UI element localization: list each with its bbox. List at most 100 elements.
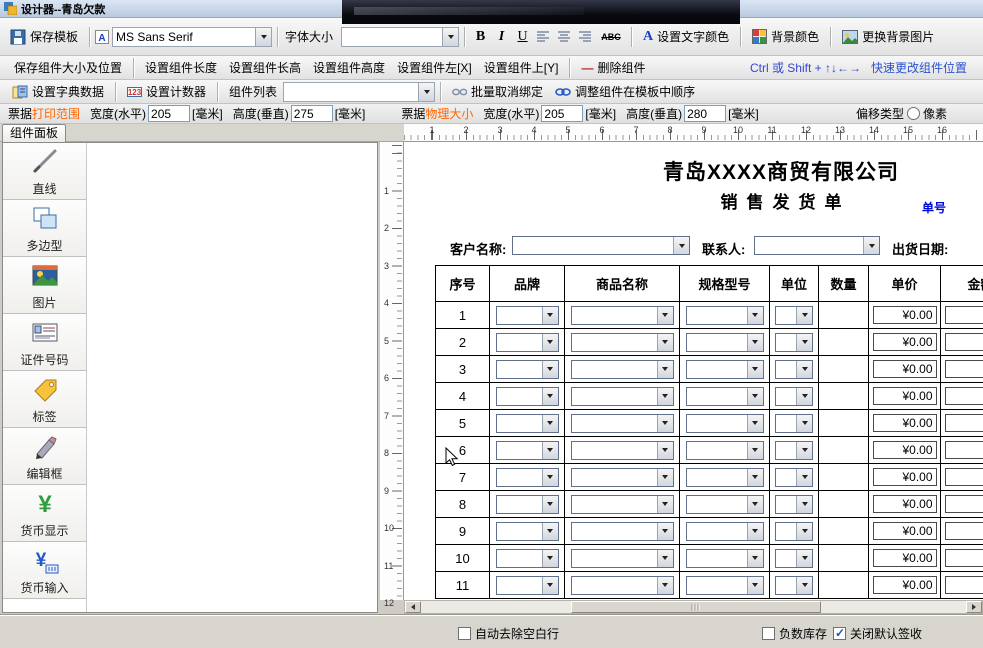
tool-line[interactable]: 直线 [3, 143, 86, 200]
save-component-size-pos-button[interactable]: 保存组件大小及位置 [8, 57, 128, 78]
set-component-top-y-button[interactable]: 设置组件上[Y] [478, 57, 565, 78]
set-component-left-x-button[interactable]: 设置组件左[X] [391, 57, 478, 78]
unit-select[interactable] [775, 414, 813, 433]
unit-price-box[interactable]: ¥0.00 [873, 333, 937, 351]
align-center-button[interactable] [554, 26, 575, 47]
delete-component-button[interactable]: — 删除组件 [575, 57, 651, 78]
negative-stock-option[interactable]: 负数库存 [762, 625, 827, 642]
unit-price-box[interactable]: ¥0.00 [873, 441, 937, 459]
product-select[interactable] [571, 441, 674, 460]
brand-select[interactable] [496, 495, 559, 514]
spec-select[interactable] [686, 333, 764, 352]
set-dictionary-data-button[interactable]: 设置字典数据 [6, 81, 110, 102]
change-background-image-button[interactable]: 更换背景图片 [836, 26, 940, 47]
unit-select[interactable] [775, 576, 813, 595]
tool-id-number[interactable]: 证件号码 [3, 314, 86, 371]
product-select[interactable] [571, 387, 674, 406]
contact-select[interactable] [754, 236, 880, 255]
unit-select[interactable] [775, 387, 813, 406]
amount-box[interactable] [945, 522, 983, 540]
unit-price-box[interactable]: ¥0.00 [873, 468, 937, 486]
brand-select[interactable] [496, 333, 559, 352]
physical-height-input[interactable] [684, 105, 726, 122]
product-select[interactable] [571, 549, 674, 568]
amount-box[interactable] [945, 576, 983, 594]
auto-remove-blank-rows-option[interactable]: 自动去除空白行 [458, 625, 559, 642]
physical-width-input[interactable] [541, 105, 583, 122]
save-template-button[interactable]: 保存模板 [4, 26, 84, 47]
amount-box[interactable] [945, 441, 983, 459]
unit-price-box[interactable]: ¥0.00 [873, 495, 937, 513]
set-counter-button[interactable]: 123 设置计数器 [121, 81, 212, 102]
scrollbar-track[interactable] [421, 601, 966, 613]
product-select[interactable] [571, 414, 674, 433]
align-left-button[interactable] [533, 26, 554, 47]
spec-select[interactable] [686, 468, 764, 487]
brand-select[interactable] [496, 576, 559, 595]
product-select[interactable] [571, 306, 674, 325]
italic-button[interactable]: I [491, 26, 512, 47]
product-select[interactable] [571, 522, 674, 541]
customer-select[interactable] [512, 236, 690, 255]
set-component-length-height-button[interactable]: 设置组件长高 [223, 57, 307, 78]
tool-edit-box[interactable]: 编辑框 [3, 428, 86, 485]
font-family-select[interactable]: MS Sans Serif [112, 27, 272, 47]
set-component-height-button[interactable]: 设置组件高度 [307, 57, 391, 78]
offset-pixel-radio[interactable] [907, 107, 920, 120]
brand-select[interactable] [496, 414, 559, 433]
horizontal-scrollbar[interactable] [404, 600, 983, 614]
component-list-select[interactable] [283, 82, 435, 102]
tool-currency-input[interactable]: ¥货币输入 [3, 542, 86, 599]
amount-box[interactable] [945, 414, 983, 432]
unit-select[interactable] [775, 333, 813, 352]
amount-box[interactable] [945, 549, 983, 567]
unit-select[interactable] [775, 360, 813, 379]
company-name[interactable]: 青岛XXXX商贸有限公司 [404, 156, 983, 186]
brand-select[interactable] [496, 306, 559, 325]
quick-move-link[interactable]: 快速更改组件位置 [871, 59, 967, 76]
checkbox-icon[interactable] [833, 627, 846, 640]
scroll-right-button[interactable] [966, 601, 982, 613]
unit-price-box[interactable]: ¥0.00 [873, 549, 937, 567]
scroll-left-button[interactable] [405, 601, 421, 613]
unit-select[interactable] [775, 441, 813, 460]
amount-box[interactable] [945, 333, 983, 351]
brand-select[interactable] [496, 360, 559, 379]
spec-select[interactable] [686, 549, 764, 568]
unit-select[interactable] [775, 522, 813, 541]
contact-label[interactable]: 联系人: [702, 239, 745, 258]
design-canvas[interactable]: 青岛XXXX商贸有限公司 销售发货单 单号 客户名称: 联系人: 出货日期: 序… [404, 142, 983, 600]
unit-price-box[interactable]: ¥0.00 [873, 522, 937, 540]
spec-select[interactable] [686, 306, 764, 325]
brand-select[interactable] [496, 549, 559, 568]
tool-currency-display[interactable]: ¥货币显示 [3, 485, 86, 542]
font-size-select[interactable] [341, 27, 459, 47]
product-select[interactable] [571, 468, 674, 487]
background-color-button[interactable]: 背景颜色 [746, 26, 825, 47]
unit-price-box[interactable]: ¥0.00 [873, 306, 937, 324]
adjust-component-order-button[interactable]: 调整组件在模板中顺序 [549, 81, 701, 102]
tool-tag[interactable]: 标签 [3, 371, 86, 428]
print-height-input[interactable] [291, 105, 333, 122]
checkbox-icon[interactable] [762, 627, 775, 640]
amount-box[interactable] [945, 387, 983, 405]
spec-select[interactable] [686, 387, 764, 406]
spec-select[interactable] [686, 360, 764, 379]
brand-select[interactable] [496, 468, 559, 487]
product-select[interactable] [571, 333, 674, 352]
unit-price-box[interactable]: ¥0.00 [873, 387, 937, 405]
align-right-button[interactable] [575, 26, 596, 47]
unit-price-box[interactable]: ¥0.00 [873, 414, 937, 432]
amount-box[interactable] [945, 468, 983, 486]
checkbox-icon[interactable] [458, 627, 471, 640]
product-select[interactable] [571, 576, 674, 595]
spec-select[interactable] [686, 522, 764, 541]
order-number-label[interactable]: 单号 [922, 199, 946, 216]
ship-date-label[interactable]: 出货日期: [892, 239, 948, 258]
tool-image[interactable]: 图片 [3, 257, 86, 314]
unit-select[interactable] [775, 468, 813, 487]
unit-select[interactable] [775, 549, 813, 568]
bold-button[interactable]: B [470, 26, 491, 47]
batch-unbind-button[interactable]: 批量取消绑定 [446, 81, 549, 102]
spec-select[interactable] [686, 495, 764, 514]
